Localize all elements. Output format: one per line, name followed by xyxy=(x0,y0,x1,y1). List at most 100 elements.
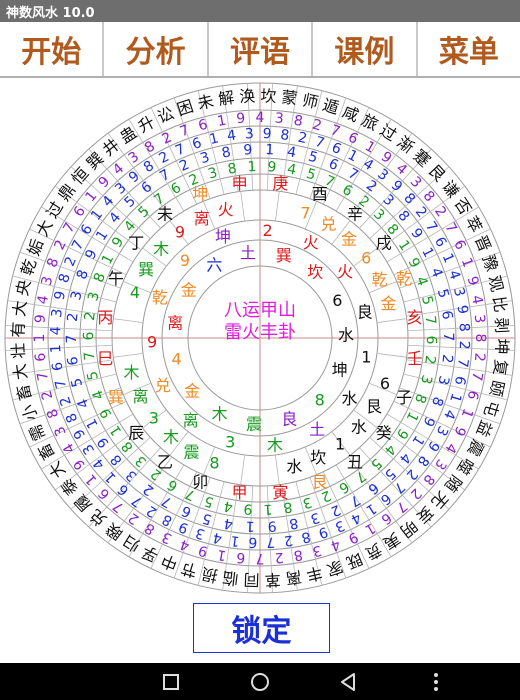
mountain-label: 乾 xyxy=(396,269,412,288)
ring-number-blue: 4 xyxy=(48,326,64,336)
ring-number-purple: 2 xyxy=(51,238,69,253)
mountain-label: 癸 xyxy=(376,423,392,442)
hexagram-label: 比 xyxy=(489,295,510,314)
ring-number-blue: 9 xyxy=(453,304,470,315)
ring-number-blue: 8 xyxy=(414,452,432,469)
palace-label: 坎 xyxy=(310,448,326,467)
feng-shui-compass-wheel[interactable]: 解涣坎蒙师遁咸旅过渐蹇艮谦否萃晋豫观比剥坤复颐屯益震噬随无妄明夷贲既家丰离革同临… xyxy=(0,78,520,598)
ring-number-blue: 8 xyxy=(300,528,312,546)
ring-number-green: 5 xyxy=(418,294,436,306)
tab-start[interactable]: 开始 xyxy=(0,22,105,76)
mountain-label: 乙 xyxy=(157,452,173,471)
back-icon[interactable] xyxy=(338,671,360,693)
ring-number-green: 3 xyxy=(370,206,388,224)
tab-comments[interactable]: 评语 xyxy=(209,22,314,76)
recent-apps-icon[interactable] xyxy=(160,671,182,693)
ring-number-green: 8 xyxy=(411,391,429,405)
ring-divider xyxy=(376,318,407,323)
inner-label: 火 xyxy=(303,233,319,252)
ring-number-green: 9 xyxy=(393,425,411,441)
hexagram-label: 晋 xyxy=(471,232,495,254)
hexagram-label: 临 xyxy=(221,568,239,589)
mountain-label: 午 xyxy=(108,269,124,288)
ring-number-green: 8 xyxy=(91,271,109,285)
tab-analysis[interactable]: 分析 xyxy=(104,22,209,76)
ring-number-green: 1 xyxy=(263,501,273,517)
ring-number-blue: 1 xyxy=(446,391,464,404)
ring-number-blue: 8 xyxy=(288,514,300,531)
ring-number-purple: 9 xyxy=(32,314,49,324)
mountain-label: 巽 xyxy=(108,388,124,407)
hexagram-label: 观 xyxy=(485,274,507,294)
inner-label: 木 xyxy=(267,435,283,454)
ring-divider xyxy=(113,353,144,358)
ring-number-purple: 9 xyxy=(450,424,468,439)
inner-label: 3 xyxy=(225,432,235,451)
android-nav-bar xyxy=(0,663,520,700)
hexagram-label: 过 xyxy=(42,198,67,222)
ring-number-purple: 2 xyxy=(274,549,284,566)
inner-label: 离 xyxy=(183,411,199,430)
hexagram-label: 未 xyxy=(196,91,216,113)
ring-number-blue: 6 xyxy=(65,355,82,366)
ring-number-blue: 4 xyxy=(226,127,237,144)
ring-number-green: 6 xyxy=(339,182,355,200)
hexagram-label: 大 xyxy=(32,217,56,240)
ring-number-purple: 8 xyxy=(292,546,304,563)
hexagram-label: 乾 xyxy=(17,257,40,278)
ring-number-blue: 1 xyxy=(230,532,241,549)
ring-number-blue: 4 xyxy=(223,515,235,532)
tab-examples[interactable]: 课例 xyxy=(313,22,418,76)
ring-number-blue: 6 xyxy=(49,361,66,372)
ring-number-green: 3 xyxy=(85,290,103,303)
title-bar: 神数风水 10.0 xyxy=(0,0,520,22)
home-icon[interactable] xyxy=(249,671,271,693)
palace-label: 艮 xyxy=(366,397,382,416)
inner-label: 8 xyxy=(315,390,325,409)
mountain-label: 壬 xyxy=(407,349,423,368)
ring-number-green: 1 xyxy=(247,159,257,175)
ring-number-blue: 4 xyxy=(286,144,298,161)
ring-number-blue: 3 xyxy=(244,126,254,142)
palace-label: 木 xyxy=(124,363,140,382)
lock-button[interactable]: 锁定 xyxy=(193,603,330,653)
hexagram-label: 震 xyxy=(464,436,488,459)
mountain-label: 寅 xyxy=(272,483,288,502)
ring-number-green: 7 xyxy=(422,315,439,326)
app-title: 神数风水 10.0 xyxy=(6,6,95,21)
hexagram-label: 革 xyxy=(264,570,281,590)
inner-label: 六 xyxy=(206,256,222,275)
ring-number-green: 5 xyxy=(304,166,317,184)
hexagram-label: 解 xyxy=(217,88,236,109)
mountain-label: 坤 xyxy=(192,184,208,203)
ring-number-green: 7 xyxy=(82,351,99,362)
palace-label: 4 xyxy=(130,283,140,302)
hexagram-label: 贲 xyxy=(362,540,385,564)
palace-label: 巽 xyxy=(138,260,154,279)
more-options-icon[interactable] xyxy=(425,671,447,693)
ring-number-blue: 7 xyxy=(52,378,70,390)
mountain-label: 申 xyxy=(232,174,248,193)
hexagram-label: 蛊 xyxy=(116,123,140,148)
hexagram-label: 归 xyxy=(120,531,144,556)
ring-number-green: 6 xyxy=(336,478,352,496)
ring-number-blue: 8 xyxy=(56,272,74,285)
ring-number-purple: 4 xyxy=(468,294,485,306)
hexagram-label: 屯 xyxy=(480,398,503,419)
mountain-label: 辰 xyxy=(128,423,144,442)
ring-number-blue: 9 xyxy=(243,142,253,159)
ring-number-green: 5 xyxy=(367,455,384,473)
mountain-label: 丁 xyxy=(128,234,144,253)
inner-label: 金 xyxy=(181,280,197,299)
ring-number-purple: 1 xyxy=(458,406,476,420)
ring-number-blue: 8 xyxy=(74,268,92,282)
ring-number-blue: 4 xyxy=(75,396,93,410)
ring-number-blue: 1 xyxy=(48,344,64,354)
ring-number-blue: 3 xyxy=(434,374,452,386)
palace-label: 1 xyxy=(335,435,345,454)
tab-menu[interactable]: 菜单 xyxy=(418,22,520,76)
ring-number-purple: 2 xyxy=(471,352,488,362)
center-area: 八运甲山 雷火丰卦 xyxy=(224,300,296,343)
ring-number-purple: 9 xyxy=(378,149,394,167)
palace-label: 7 xyxy=(300,204,310,223)
